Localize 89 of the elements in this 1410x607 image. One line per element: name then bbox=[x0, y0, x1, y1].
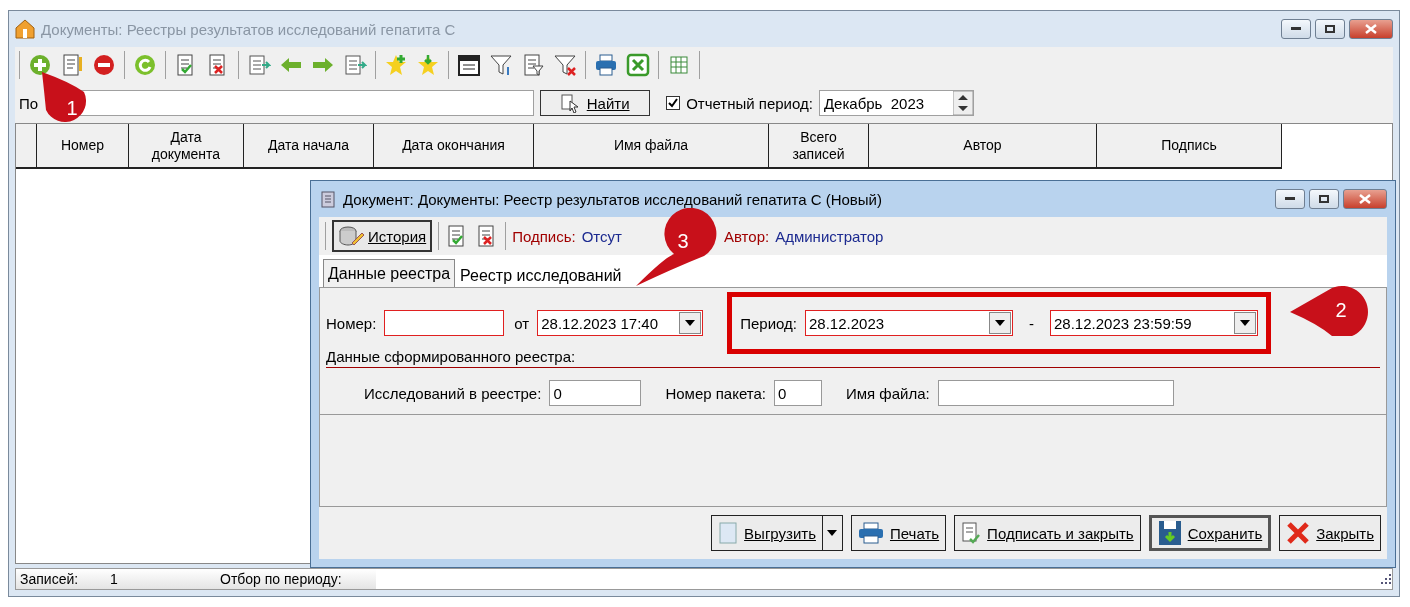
window-title: Документы: Реестры результатов исследований гепатита С bbox=[41, 20, 457, 38]
resize-grip-icon[interactable] bbox=[1378, 572, 1392, 586]
column-header[interactable]: Подпись bbox=[1097, 124, 1282, 167]
print-button[interactable]: Печать bbox=[850, 515, 947, 551]
maximize-button[interactable] bbox=[1315, 19, 1345, 39]
maximize-button[interactable] bbox=[1309, 189, 1339, 209]
numbered-callout: 2 bbox=[1290, 284, 1368, 336]
column-header[interactable]: Дата начала bbox=[244, 124, 374, 167]
sign-button[interactable]: Подписать и закрыть bbox=[954, 515, 1141, 551]
field-label: Исследований в реестре: bbox=[364, 384, 542, 402]
close-button[interactable] bbox=[1343, 189, 1387, 209]
field-label: Имя файла: bbox=[846, 384, 930, 402]
caret-icon bbox=[827, 530, 838, 536]
signature-label: Подпись: bbox=[512, 227, 576, 245]
cursor-icon bbox=[560, 93, 581, 113]
caret-icon bbox=[1240, 320, 1250, 326]
close-button[interactable] bbox=[1349, 19, 1393, 39]
calendar-icon[interactable] bbox=[457, 53, 481, 77]
period-checkbox[interactable] bbox=[666, 96, 681, 110]
save-button[interactable]: Сохранить bbox=[1148, 515, 1272, 551]
document-icon[interactable] bbox=[60, 53, 84, 77]
author-value: Администратор bbox=[775, 227, 884, 245]
column-header[interactable]: Номер bbox=[37, 124, 129, 167]
period-end-field[interactable]: 28.12.2023 23:59:59 bbox=[1050, 310, 1258, 336]
star-plus-icon[interactable] bbox=[384, 53, 408, 77]
close-icon bbox=[1286, 521, 1311, 545]
list-arrow-icon[interactable] bbox=[247, 53, 271, 77]
history-button[interactable]: История bbox=[332, 220, 433, 252]
dialog-title: Документ: Документы: Реестр результатов исследований гепатита С (Новый) bbox=[343, 190, 883, 208]
input-field[interactable]: 0 bbox=[774, 380, 822, 406]
period-dash: - bbox=[1029, 314, 1034, 332]
document-filter-icon[interactable] bbox=[521, 53, 545, 77]
caret-icon bbox=[995, 320, 1005, 326]
column-chooser-icon[interactable] bbox=[16, 124, 37, 167]
signature-value: Отсут bbox=[581, 227, 622, 245]
dropdown-button[interactable] bbox=[822, 515, 843, 551]
filter-x-icon[interactable] bbox=[553, 53, 577, 77]
input-field[interactable] bbox=[937, 380, 1174, 406]
printer-icon bbox=[857, 522, 884, 544]
tab[interactable]: Данные реестра bbox=[323, 259, 456, 287]
minus-circle-icon[interactable] bbox=[92, 53, 116, 77]
list-arrow-icon[interactable] bbox=[343, 53, 367, 77]
minimize-button[interactable] bbox=[1275, 189, 1305, 209]
spreadsheet-x-icon[interactable] bbox=[626, 53, 650, 77]
period-start-field[interactable]: 28.12.2023 bbox=[805, 310, 1013, 336]
find-button[interactable]: Найти bbox=[540, 90, 651, 116]
caret-icon bbox=[685, 320, 696, 326]
grid-icon[interactable] bbox=[667, 53, 691, 77]
maximize-icon bbox=[1319, 195, 1329, 203]
minimize-icon bbox=[1285, 197, 1295, 201]
maximize-icon bbox=[1325, 25, 1335, 33]
export-button[interactable]: Выгрузить bbox=[711, 515, 823, 551]
minimize-button[interactable] bbox=[1281, 19, 1311, 39]
section-title: Данные сформированного реестра: bbox=[326, 348, 1380, 368]
document-stack-icon bbox=[319, 190, 337, 208]
printer-icon[interactable] bbox=[594, 53, 618, 77]
status-label: Записей: bbox=[16, 569, 106, 589]
close-icon bbox=[1365, 24, 1377, 34]
document-check-icon bbox=[961, 521, 982, 545]
field-label: Номер пакета: bbox=[665, 384, 766, 402]
close-button[interactable]: Закрыть bbox=[1279, 515, 1381, 551]
author-label: Автор: bbox=[723, 227, 770, 245]
search-label: По bbox=[19, 94, 39, 112]
search-field[interactable] bbox=[78, 90, 535, 116]
star-arrow-icon[interactable] bbox=[416, 53, 440, 77]
period-label: Период: bbox=[740, 314, 797, 332]
minimize-icon bbox=[1291, 27, 1301, 31]
house-icon bbox=[15, 19, 35, 39]
date-field[interactable]: 28.12.2023 17:40 bbox=[537, 310, 704, 336]
database-pencil-icon bbox=[338, 225, 364, 247]
column-header[interactable]: Дата документа bbox=[129, 124, 244, 167]
filter-icon[interactable] bbox=[489, 53, 513, 77]
column-header[interactable]: Дата окончания bbox=[374, 124, 534, 167]
document-icon bbox=[718, 521, 739, 545]
status-label: Отбор по периоду: bbox=[216, 569, 376, 589]
period-checkbox-label: Отчетный период: bbox=[686, 94, 813, 112]
column-header[interactable]: Всего записей bbox=[769, 124, 869, 167]
status-value: 1 bbox=[106, 569, 216, 589]
period-spinner[interactable]: Декабрь 2023 bbox=[818, 90, 974, 116]
column-header[interactable]: Автор bbox=[869, 124, 1097, 167]
plus-circle-icon[interactable] bbox=[28, 53, 52, 77]
date-label: от bbox=[514, 314, 530, 332]
number-field[interactable] bbox=[384, 310, 505, 336]
input-field[interactable]: 0 bbox=[549, 380, 642, 406]
numbered-callout: 1 bbox=[40, 70, 88, 124]
numbered-callout: 3 bbox=[634, 208, 718, 288]
column-header[interactable]: Имя файла bbox=[534, 124, 769, 167]
number-label: Номер: bbox=[326, 314, 377, 332]
close-icon bbox=[1359, 194, 1371, 204]
